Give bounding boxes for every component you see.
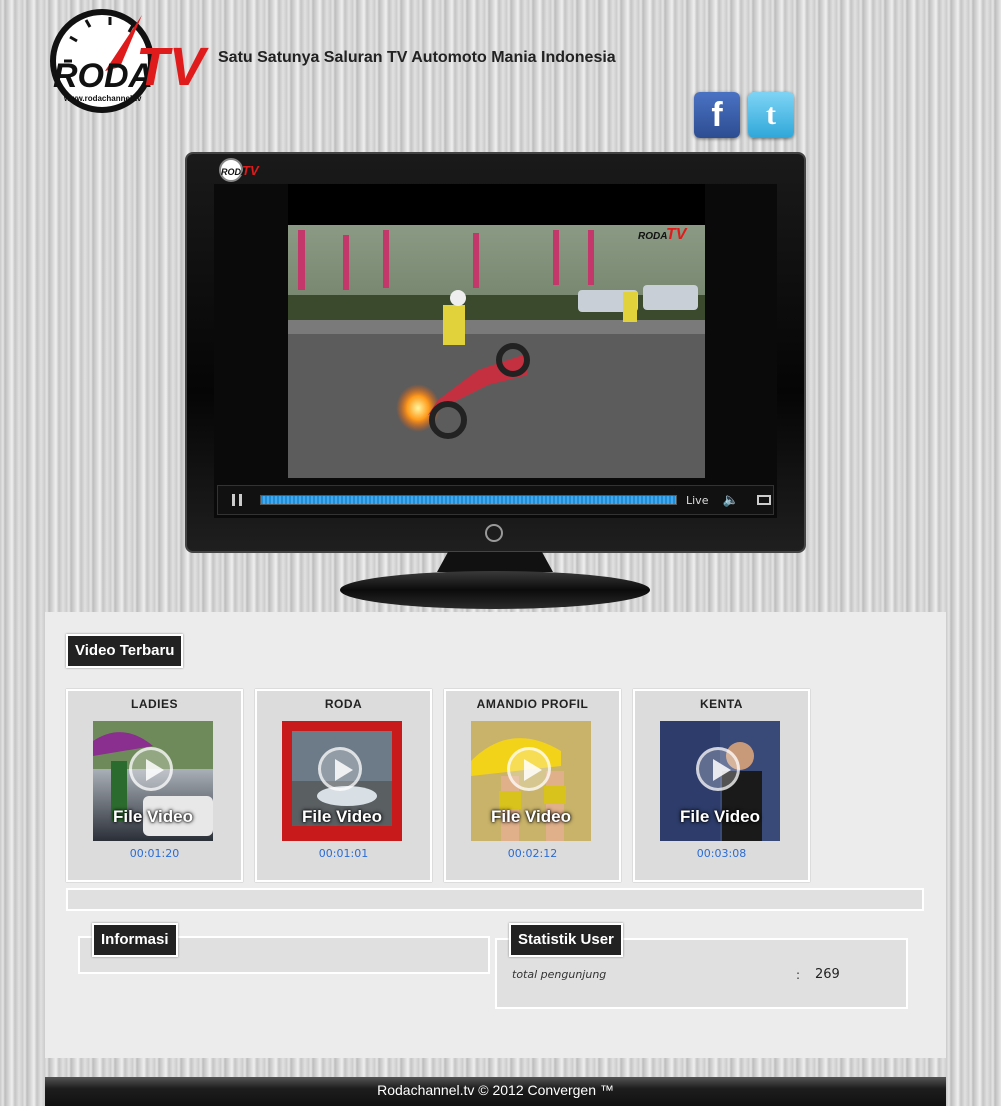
- video-thumbnail[interactable]: File Video: [471, 721, 591, 841]
- facebook-glyph: f: [711, 95, 723, 134]
- twitter-icon[interactable]: t: [748, 92, 794, 138]
- video-section-title: Video Terbaru: [66, 634, 184, 668]
- pause-icon[interactable]: [232, 494, 242, 506]
- file-video-label: File Video: [680, 807, 760, 826]
- visitor-count-value: 269: [815, 967, 840, 982]
- progress-bar[interactable]: [260, 495, 677, 505]
- info-section-title: Informasi: [92, 923, 178, 957]
- video-thumbnail[interactable]: File Video: [282, 721, 402, 841]
- tv-stand: [338, 552, 652, 610]
- video-letterbox: [288, 184, 705, 225]
- file-video-label: File Video: [302, 807, 382, 826]
- logo-url-text: www.rodachannel.tv: [63, 94, 142, 103]
- page-footer: Rodachannel.tv © 2012 Convergen ™: [45, 1077, 946, 1106]
- file-video-label: File Video: [113, 807, 193, 826]
- stats-section-title: Statistik User: [509, 923, 623, 957]
- file-video-label: File Video: [491, 807, 571, 826]
- video-card-title: LADIES: [130, 697, 178, 711]
- logo-tv-text: TV: [136, 37, 209, 97]
- section-divider: [66, 888, 924, 911]
- site-tagline: Satu Satunya Saluran TV Automoto Mania I…: [218, 49, 616, 66]
- tv-brand-logo: RODA TV: [218, 157, 262, 183]
- video-card-title: KENTA: [700, 697, 743, 711]
- video-duration[interactable]: 00:01:20: [68, 847, 241, 860]
- play-icon: [318, 747, 362, 791]
- video-duration[interactable]: 00:03:08: [635, 847, 808, 860]
- video-player[interactable]: RODA TV: [288, 225, 705, 478]
- video-card[interactable]: KENTA File Video 00:03:08: [633, 689, 810, 882]
- video-card-title: AMANDIO PROFIL: [476, 697, 589, 711]
- live-label: Live: [686, 493, 709, 507]
- video-card[interactable]: LADIES File Video 00:01:20: [66, 689, 243, 882]
- progress-fill: [261, 496, 676, 504]
- video-card[interactable]: RODA File Video 00:01:01: [255, 689, 432, 882]
- twitter-glyph: t: [766, 98, 776, 131]
- visitor-count-separator: :: [796, 968, 801, 982]
- visitor-count-label: total pengunjung: [512, 968, 607, 981]
- volume-icon[interactable]: 🔈: [722, 493, 738, 508]
- video-card-title: RODA: [324, 697, 363, 711]
- video-thumbnail[interactable]: File Video: [660, 721, 780, 841]
- play-icon: [507, 747, 551, 791]
- play-icon: [696, 747, 740, 791]
- svg-text:TV: TV: [242, 163, 260, 178]
- fullscreen-icon[interactable]: [756, 495, 771, 505]
- svg-text:RODA: RODA: [638, 231, 667, 242]
- player-controls: Live 🔈: [217, 485, 774, 515]
- svg-text:TV: TV: [666, 226, 688, 243]
- video-thumbnail[interactable]: File Video: [93, 721, 213, 841]
- site-logo[interactable]: RODA TV www.rodachannel.tv: [50, 5, 225, 115]
- video-duration[interactable]: 00:01:01: [257, 847, 430, 860]
- play-icon: [129, 747, 173, 791]
- video-duration[interactable]: 00:02:12: [446, 847, 619, 860]
- video-card[interactable]: AMANDIO PROFIL File Video 00:02:12: [444, 689, 621, 882]
- facebook-icon[interactable]: f: [694, 92, 740, 138]
- tv-power-button: [485, 524, 503, 542]
